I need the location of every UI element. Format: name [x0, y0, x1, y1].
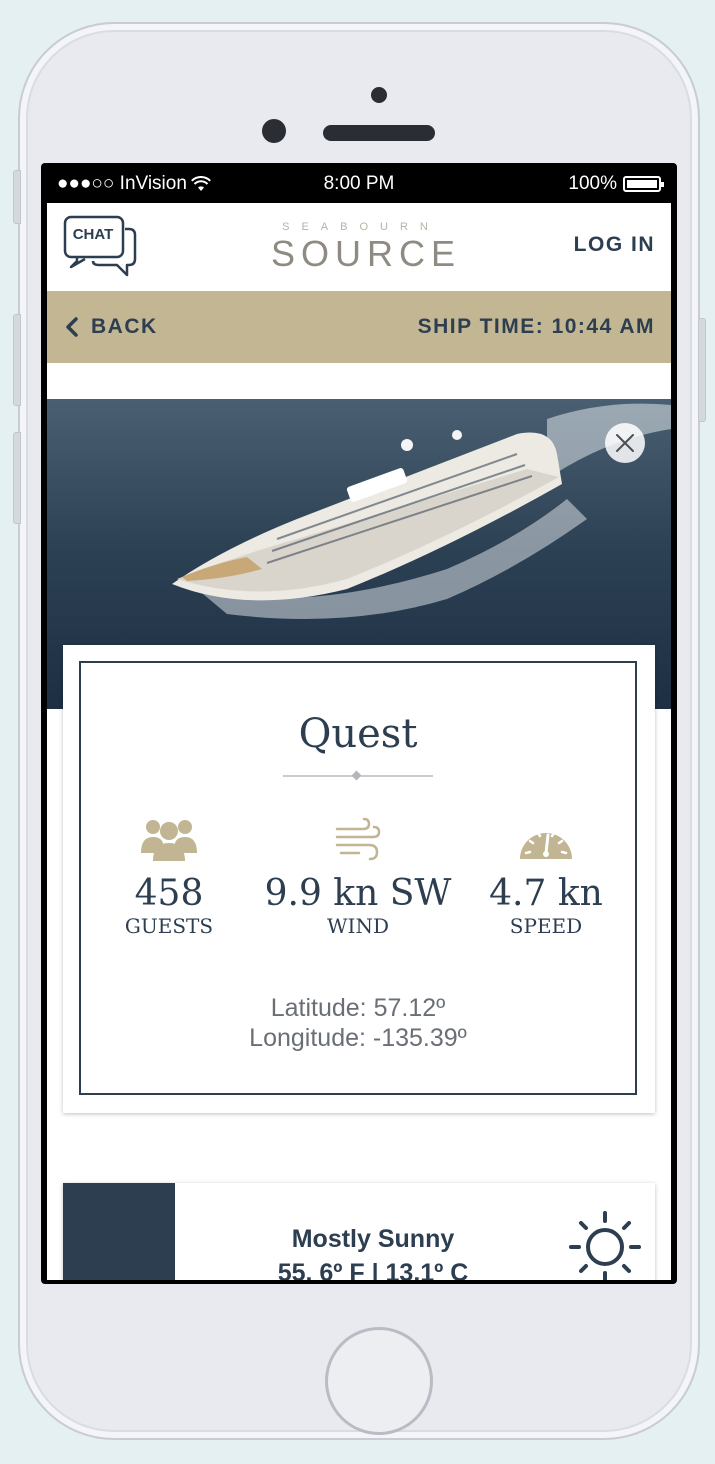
back-button[interactable]: BACK	[65, 315, 158, 339]
latitude-text: Latitude: 57.12º	[270, 994, 446, 1022]
stat-speed: 4.7 kn SPEED	[475, 813, 617, 938]
chevron-left-icon	[66, 317, 78, 337]
guests-value: 458	[134, 873, 204, 914]
ship-info-frame: Quest 458 GUESTS 9.9 kn SW WIND 4.7 kn S…	[79, 661, 637, 1095]
seabourn-source-logo[interactable]: SEABOURN SOURCE	[271, 221, 455, 274]
weather-temperature: 55. 6º F | 13.1º C	[277, 1259, 469, 1280]
battery-icon	[623, 176, 664, 192]
volume-up-button[interactable]	[13, 314, 21, 406]
speed-value: 4.7 kn	[489, 873, 603, 914]
wind-icon	[335, 817, 381, 861]
home-button[interactable]	[325, 1327, 433, 1435]
logo-top-text: SEABOURN	[282, 221, 440, 233]
app-viewport: ●●●○○ InVision 8:00 PM 100% CHAT SEABOUR…	[47, 163, 671, 1280]
speed-label: SPEED	[509, 914, 583, 938]
login-button[interactable]: LOG IN	[574, 233, 655, 257]
stat-wind: 9.9 kn SW WIND	[253, 813, 463, 938]
coordinates: Latitude: 57.12º Longitude: -135.39º	[81, 993, 635, 1053]
mute-switch[interactable]	[13, 170, 21, 224]
wind-label: WIND	[327, 914, 389, 938]
logo-main-text: SOURCE	[271, 233, 462, 274]
battery-group: 100%	[568, 173, 664, 195]
battery-percent: 100%	[568, 173, 617, 194]
ship-info-card: Quest 458 GUESTS 9.9 kn SW WIND 4.7 kn S…	[63, 645, 655, 1113]
weather-card[interactable]: Mostly Sunny 55. 6º F | 13.1º C	[63, 1183, 655, 1280]
divider-ornament	[351, 770, 362, 781]
ship-name: Quest	[298, 711, 418, 757]
chat-label: CHAT	[72, 226, 114, 243]
stat-guests: 458 GUESTS	[99, 813, 239, 938]
close-icon	[616, 434, 634, 452]
weather-color-block	[63, 1183, 175, 1280]
speedometer-icon	[520, 831, 572, 859]
earpiece-speaker	[323, 125, 435, 141]
volume-down-button[interactable]	[13, 432, 21, 524]
chat-button[interactable]: CHAT	[63, 215, 139, 279]
wind-value: 9.9 kn SW	[264, 873, 452, 914]
status-bar: ●●●○○ InVision 8:00 PM 100%	[47, 163, 671, 203]
guests-icon	[141, 820, 197, 861]
front-sensor	[371, 87, 387, 103]
app-header: CHAT SEABOURN SOURCE LOG IN	[47, 203, 671, 291]
weather-condition: Mostly Sunny	[291, 1225, 455, 1253]
power-button[interactable]	[698, 318, 706, 422]
back-label: BACK	[91, 315, 158, 338]
front-camera	[262, 119, 286, 143]
guests-label: GUESTS	[124, 914, 214, 938]
close-button[interactable]	[605, 423, 645, 463]
longitude-text: Longitude: -135.39º	[249, 1024, 467, 1052]
ship-time: SHIP TIME: 10:44 AM	[417, 315, 655, 338]
phone-screen: ●●●○○ InVision 8:00 PM 100% CHAT SEABOUR…	[41, 163, 677, 1284]
sun-icon	[569, 1211, 641, 1280]
nav-bar: BACK SHIP TIME: 10:44 AM	[47, 291, 671, 363]
